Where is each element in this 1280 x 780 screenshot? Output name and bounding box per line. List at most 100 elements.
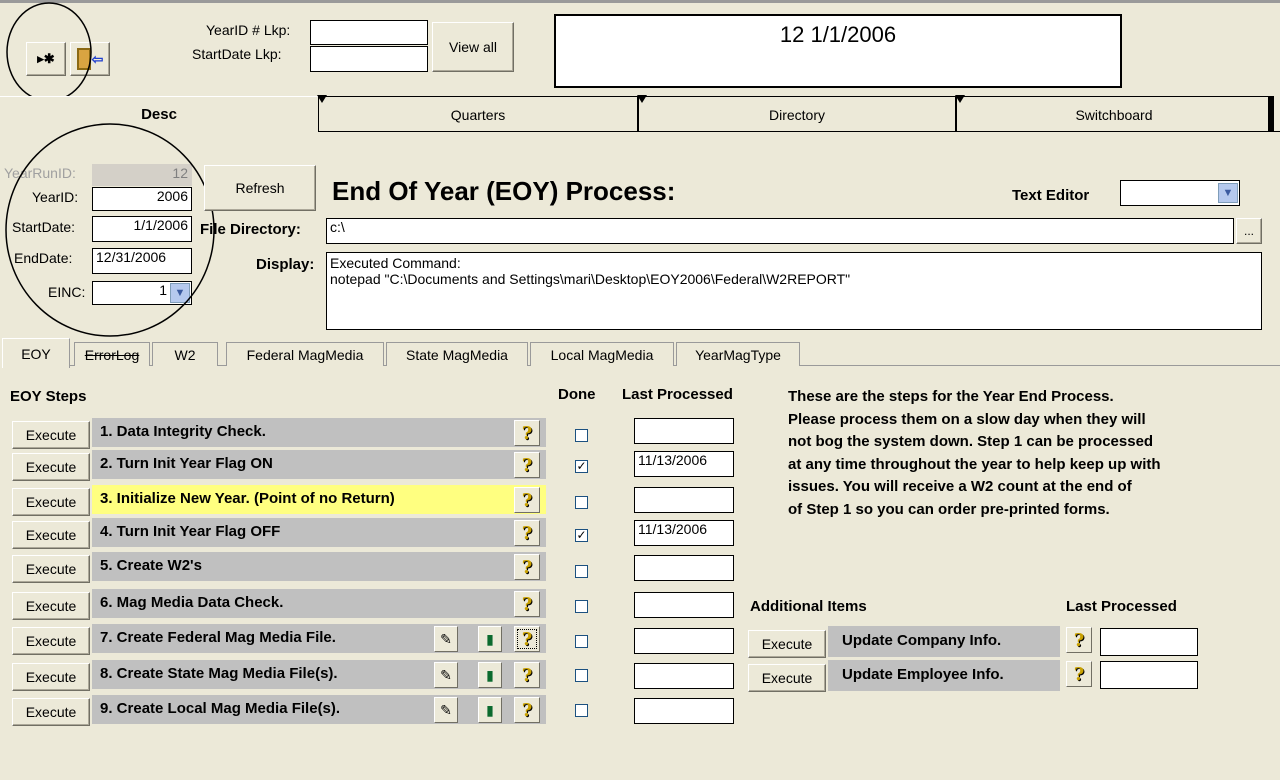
execute-step-5-button[interactable]: Execute bbox=[12, 555, 90, 583]
step-label: 1. Data Integrity Check. bbox=[100, 423, 266, 440]
tab-strip-divider bbox=[318, 131, 1280, 132]
subtab-federal-magmedia[interactable]: Federal MagMedia bbox=[226, 342, 384, 366]
step-3-done-checkbox[interactable] bbox=[575, 496, 588, 509]
tab-directory[interactable]: Directory bbox=[637, 95, 956, 132]
file-directory-field[interactable]: c:\ bbox=[326, 218, 1234, 244]
step-row-3: 3. Initialize New Year. (Point of no Ret… bbox=[92, 485, 546, 515]
help-key-icon: ? bbox=[1073, 629, 1085, 651]
step-4-done-checkbox[interactable]: ✓ bbox=[575, 529, 588, 542]
help-key-icon: ? bbox=[521, 489, 533, 511]
step-5-help-button[interactable]: ? bbox=[514, 554, 540, 580]
step-9-done-checkbox[interactable] bbox=[575, 704, 588, 717]
step-1-help-button[interactable]: ? bbox=[514, 420, 540, 446]
step-row-4: 4. Turn Init Year Flag OFF bbox=[92, 518, 546, 548]
subtab-state-magmedia[interactable]: State MagMedia bbox=[386, 342, 528, 366]
step-row-1: 1. Data Integrity Check. bbox=[92, 418, 546, 448]
step-1-last-processed bbox=[634, 418, 734, 444]
update-company-help-button[interactable]: ? bbox=[1066, 627, 1092, 653]
step-label: 3. Initialize New Year. (Point of no Ret… bbox=[100, 490, 395, 507]
update-company-last-processed bbox=[1100, 628, 1198, 656]
execute-step-7-button[interactable]: Execute bbox=[12, 627, 90, 655]
step-label: 2. Turn Init Year Flag ON bbox=[100, 455, 273, 472]
step-row-2: 2. Turn Init Year Flag ON bbox=[92, 450, 546, 480]
execute-step-4-button[interactable]: Execute bbox=[12, 521, 90, 549]
update-employee-last-processed bbox=[1100, 661, 1198, 689]
step-2-help-button[interactable]: ? bbox=[514, 452, 540, 478]
execute-step-6-button[interactable]: Execute bbox=[12, 592, 90, 620]
refresh-button[interactable]: Refresh bbox=[204, 165, 316, 211]
info-text: These are the steps for the Year End Pro… bbox=[788, 386, 1161, 521]
update-employee-help-button[interactable]: ? bbox=[1066, 661, 1092, 687]
tab-quarters[interactable]: Quarters bbox=[317, 95, 638, 132]
step-5-last-processed bbox=[634, 555, 734, 581]
annotation-circle-toolbar bbox=[6, 2, 92, 102]
step-label: 4. Turn Init Year Flag OFF bbox=[100, 523, 281, 540]
step-9-edit-button[interactable]: ✎ bbox=[434, 697, 458, 723]
step-6-done-checkbox[interactable] bbox=[575, 600, 588, 613]
info-line: Please process them on a slow day when t… bbox=[788, 410, 1146, 428]
step-9-disk-button[interactable]: ▮ bbox=[478, 697, 502, 723]
execute-step-9-button[interactable]: Execute bbox=[12, 698, 90, 726]
execute-update-employee-button[interactable]: Execute bbox=[748, 664, 826, 692]
execute-step-2-button[interactable]: Execute bbox=[12, 453, 90, 481]
info-line: issues. You will receive a W2 count at t… bbox=[788, 478, 1132, 495]
browse-button[interactable]: ... bbox=[1236, 218, 1262, 244]
step-9-help-button[interactable]: ? bbox=[514, 697, 540, 723]
startdate-lookup-label: StartDate Lkp: bbox=[192, 46, 282, 62]
step-label: 7. Create Federal Mag Media File. bbox=[100, 629, 336, 646]
execute-step-1-button[interactable]: Execute bbox=[12, 421, 90, 449]
step-4-help-button[interactable]: ? bbox=[514, 520, 540, 546]
step-8-done-checkbox[interactable] bbox=[575, 669, 588, 682]
execute-step-8-button[interactable]: Execute bbox=[12, 663, 90, 691]
step-8-disk-button[interactable]: ▮ bbox=[478, 662, 502, 688]
view-all-button[interactable]: View all bbox=[432, 22, 514, 72]
help-key-icon: ? bbox=[521, 522, 533, 544]
step-6-help-button[interactable]: ? bbox=[514, 591, 540, 617]
step-row-6: 6. Mag Media Data Check. bbox=[92, 589, 546, 619]
edit-icon: ✎ bbox=[440, 701, 452, 718]
tab-strip-right-edge bbox=[1268, 96, 1274, 132]
step-8-help-button[interactable]: ? bbox=[514, 662, 540, 688]
subtab-errorlog[interactable]: ErrorLog bbox=[74, 342, 150, 366]
disk-icon: ▮ bbox=[486, 701, 494, 718]
edit-icon: ✎ bbox=[440, 666, 452, 683]
subtab-yearmagtype[interactable]: YearMagType bbox=[676, 342, 800, 366]
info-line: not bog the system down. Step 1 can be p… bbox=[788, 433, 1154, 450]
step-7-last-processed bbox=[634, 628, 734, 654]
subtab-w2[interactable]: W2 bbox=[152, 342, 218, 366]
execute-update-company-button[interactable]: Execute bbox=[748, 630, 826, 658]
step-1-done-checkbox[interactable] bbox=[575, 429, 588, 442]
additional-label: Update Company Info. bbox=[842, 632, 1002, 649]
step-7-edit-button[interactable]: ✎ bbox=[434, 626, 458, 652]
step-7-help-button[interactable]: ? bbox=[514, 626, 540, 652]
step-8-last-processed bbox=[634, 663, 734, 689]
display-label: Display: bbox=[256, 256, 315, 273]
yearid-lookup-label: YearID # Lkp: bbox=[206, 22, 291, 38]
step-5-done-checkbox[interactable] bbox=[575, 565, 588, 578]
file-directory-label: File Directory: bbox=[200, 221, 301, 238]
step-3-help-button[interactable]: ? bbox=[514, 487, 540, 513]
help-key-icon: ? bbox=[521, 664, 533, 686]
text-editor-dropdown-arrow-icon[interactable]: ▼ bbox=[1218, 183, 1238, 203]
display-line-1: Executed Command: bbox=[330, 255, 461, 271]
help-key-icon: ? bbox=[521, 454, 533, 476]
info-line: at any time throughout the year to help … bbox=[788, 455, 1161, 473]
step-7-done-checkbox[interactable] bbox=[575, 635, 588, 648]
help-key-icon: ? bbox=[521, 422, 533, 444]
yearid-lookup-input[interactable] bbox=[310, 20, 428, 45]
step-row-5: 5. Create W2's bbox=[92, 552, 546, 582]
step-2-done-checkbox[interactable]: ✓ bbox=[575, 460, 588, 473]
step-8-edit-button[interactable]: ✎ bbox=[434, 662, 458, 688]
step-label: 5. Create W2's bbox=[100, 557, 202, 574]
disk-icon: ▮ bbox=[486, 666, 494, 683]
subtab-local-magmedia[interactable]: Local MagMedia bbox=[530, 342, 674, 366]
help-key-icon: ? bbox=[521, 556, 533, 578]
tab-switchboard[interactable]: Switchboard bbox=[955, 95, 1272, 132]
subtab-eoy[interactable]: EOY bbox=[2, 338, 70, 368]
info-line: of Step 1 so you can order pre-printed f… bbox=[788, 500, 1110, 518]
additional-items-heading: Additional Items bbox=[750, 598, 867, 615]
startdate-lookup-input[interactable] bbox=[310, 46, 428, 72]
step-7-disk-button[interactable]: ▮ bbox=[478, 626, 502, 652]
display-line-2: notepad "C:\Documents and Settings\mari\… bbox=[330, 271, 851, 287]
execute-step-3-button[interactable]: Execute bbox=[12, 488, 90, 516]
